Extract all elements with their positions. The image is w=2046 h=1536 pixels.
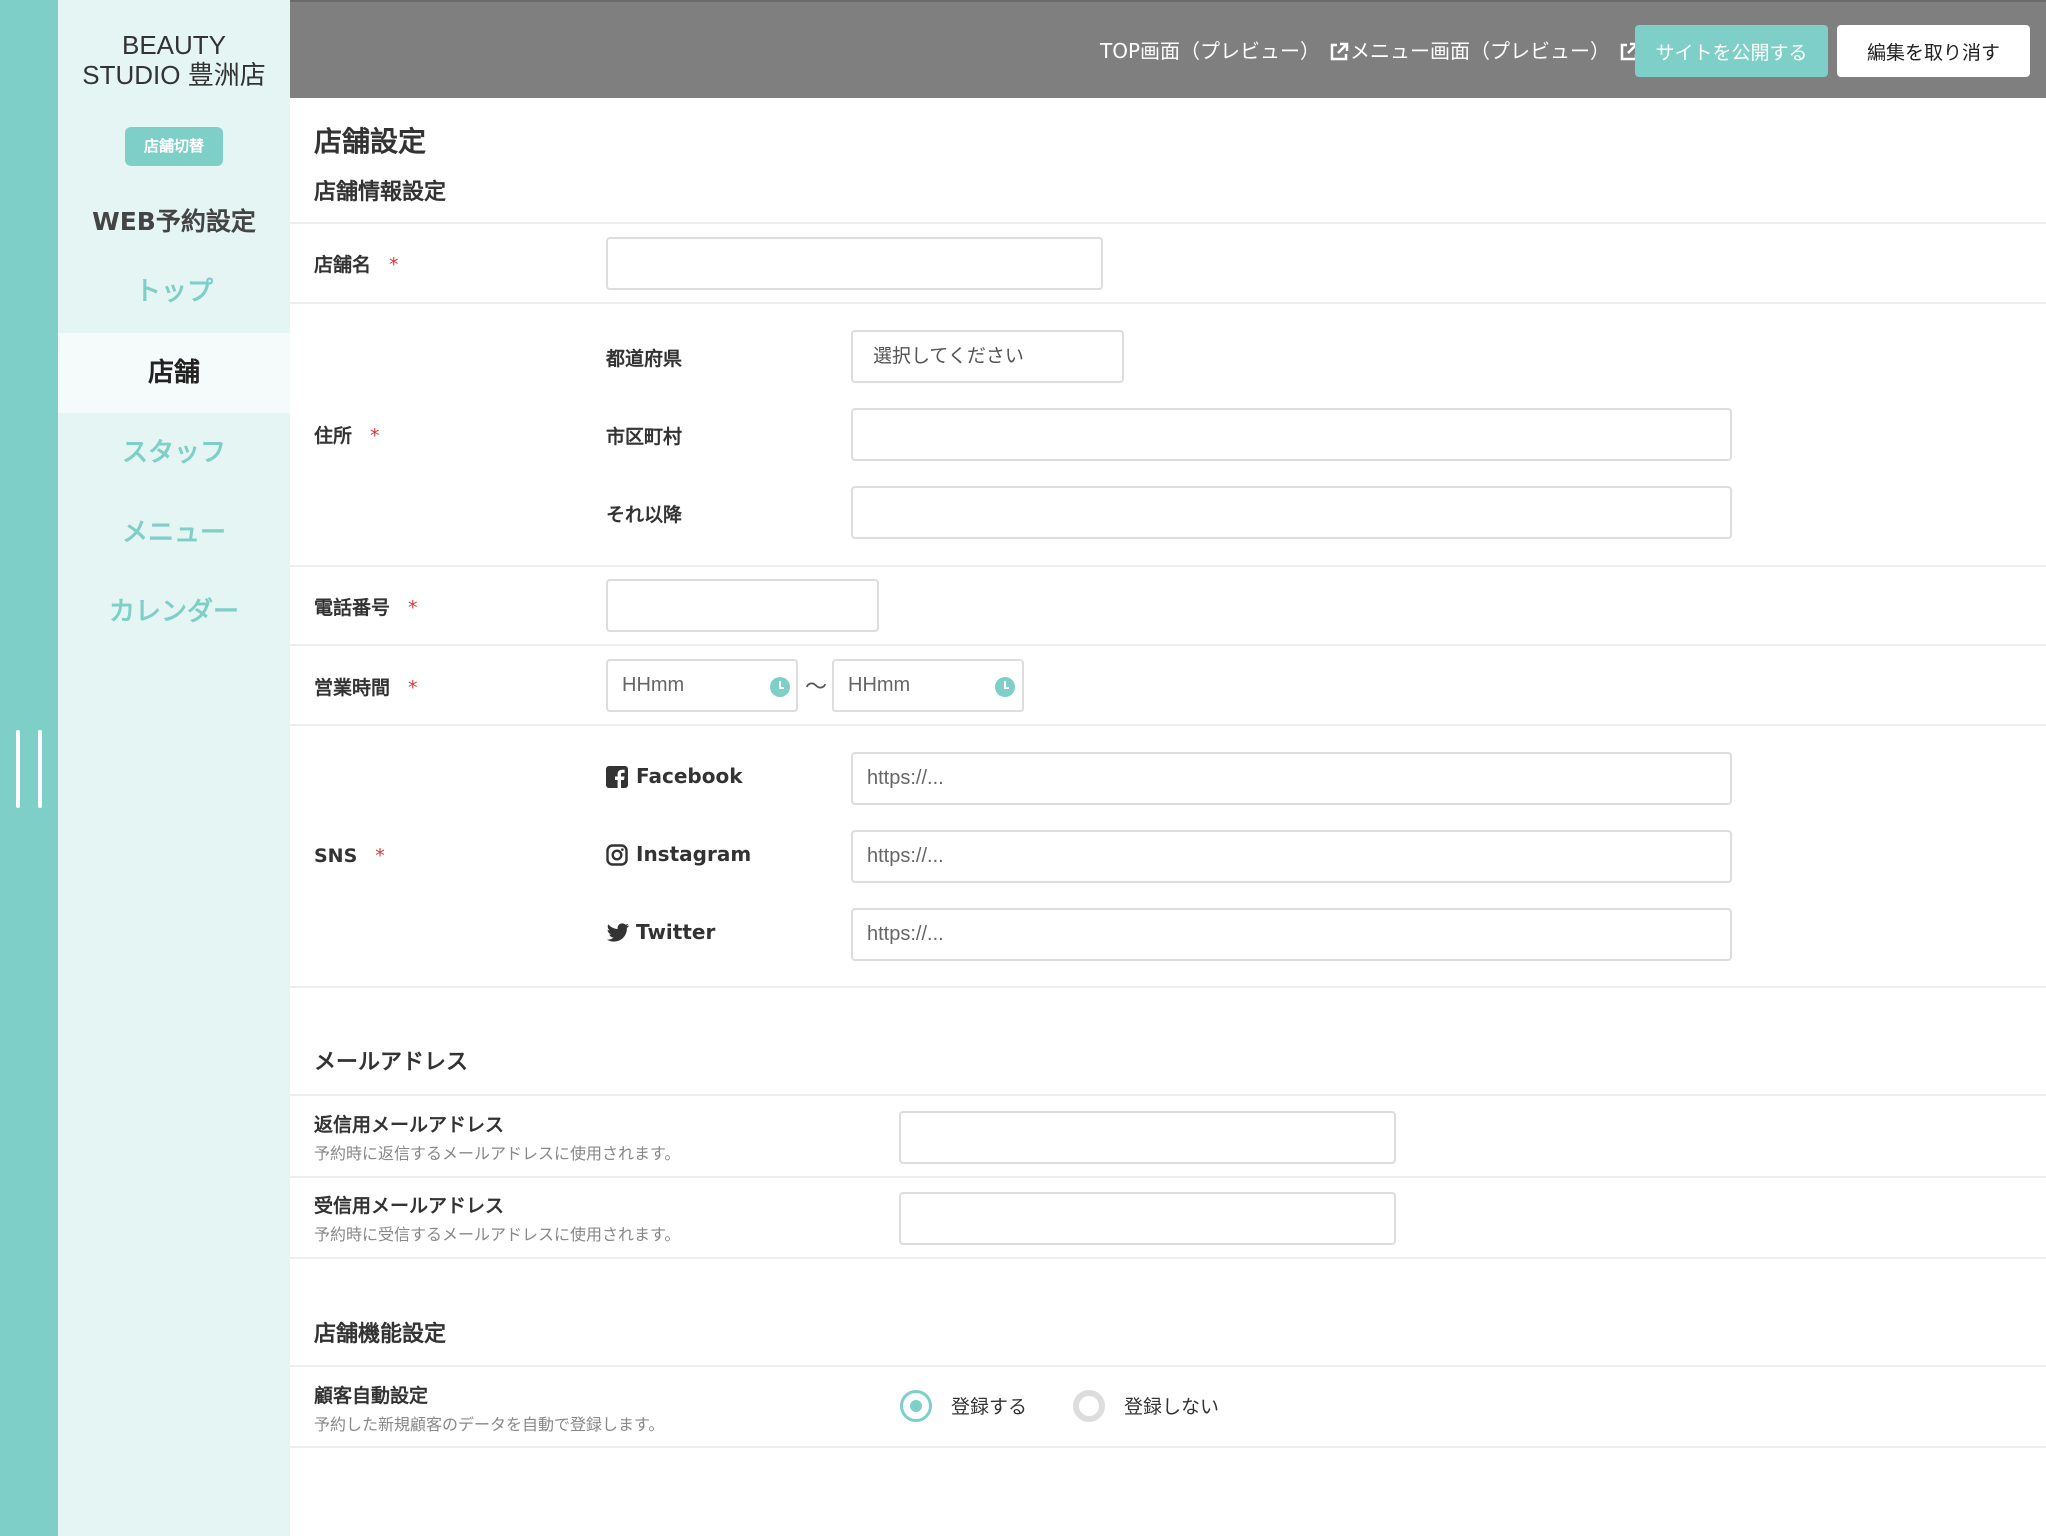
divider [290,1257,2046,1259]
divider [290,1446,2046,1448]
reply-email-input[interactable] [899,1111,1396,1164]
divider [290,644,2046,646]
sidebar-item-store[interactable]: 店舗 [58,333,290,413]
instagram-label: Instagram [606,842,751,866]
cancel-edit-button[interactable]: 編集を取り消す [1837,25,2030,77]
no-register-radio-label[interactable]: 登録しない [1124,1392,1219,1419]
twitter-label: Twitter [606,920,715,944]
store-info-heading: 店舗情報設定 [314,180,447,205]
top-preview-link[interactable]: TOP画面（プレビュー） [1100,36,1350,66]
sns-label: SNS * [314,845,385,867]
facebook-label: Facebook [606,764,743,788]
sidebar-section-title: WEB予約設定 [92,207,256,236]
main-content: 店舗設定 店舗情報設定 店舗名 * 住所 * 都道府県 選択してください 市区町村 … [290,98,2046,1536]
publish-site-button[interactable]: サイトを公開する [1635,25,1828,77]
prefecture-select[interactable]: 選択してください [851,330,1124,383]
receive-email-label: 受信用メールアドレス [314,1195,505,1217]
phone-input[interactable] [606,579,879,632]
sidebar-item-top[interactable]: トップ [58,252,290,332]
sidebar: BEAUTY STUDIO 豊洲店 店舗切替 WEB予約設定 トップ 店舗 スタ… [58,0,290,1536]
sidebar-toggle-handle[interactable] [14,730,44,808]
address-rest-input[interactable] [851,486,1732,539]
no-register-radio[interactable] [1073,1390,1105,1422]
reply-email-label: 返信用メールアドレス [314,1114,505,1136]
divider [290,724,2046,726]
facebook-url-input[interactable] [851,752,1732,805]
divider [290,222,2046,224]
left-rail [0,0,58,1536]
top-header: TOP画面（プレビュー） メニュー画面（プレビュー） サイトを公開する 編集を取… [290,0,2046,98]
sidebar-item-menu[interactable]: メニュー [58,493,290,573]
store-switch-button[interactable]: 店舗切替 [125,127,223,166]
store-function-heading: 店舗機能設定 [314,1322,447,1347]
divider [290,1365,2046,1367]
twitter-icon [606,923,630,942]
clock-icon [770,677,790,697]
register-radio-label[interactable]: 登録する [951,1392,1027,1419]
divider [290,565,2046,567]
auto-customer-description: 予約した新規顧客のデータを自動で登録します。 [314,1415,665,1434]
instagram-icon [606,844,628,866]
receive-email-description: 予約時に受信するメールアドレスに使用されます。 [314,1225,681,1244]
clock-icon [995,677,1015,697]
instagram-url-input[interactable] [851,830,1732,883]
phone-label: 電話番号 * [314,597,418,619]
sidebar-item-staff[interactable]: スタッフ [58,413,290,493]
register-radio[interactable] [900,1390,932,1422]
menu-preview-link[interactable]: メニュー画面（プレビュー） [1350,36,1640,66]
facebook-icon [606,766,628,788]
store-name-input[interactable] [606,237,1103,290]
page-title: 店舗設定 [314,125,427,158]
address-rest-label: それ以降 [606,504,683,526]
email-heading: メールアドレス [314,1050,469,1075]
twitter-url-input[interactable] [851,908,1732,961]
divider [290,1094,2046,1096]
divider [290,302,2046,304]
store-name-label: 店舗名 * [314,254,399,276]
sidebar-item-calendar[interactable]: カレンダー [58,572,290,652]
external-link-icon [1330,42,1349,61]
divider [290,1176,2046,1178]
divider [290,986,2046,988]
city-input[interactable] [851,408,1732,461]
prefecture-label: 都道府県 [606,348,683,370]
city-label: 市区町村 [606,426,683,448]
time-separator: 〜 [805,675,828,700]
auto-customer-label: 顧客自動設定 [314,1385,429,1407]
store-name: BEAUTY STUDIO 豊洲店 [82,30,266,90]
business-hours-label: 営業時間 * [314,677,418,699]
receive-email-input[interactable] [899,1192,1396,1245]
reply-email-description: 予約時に返信するメールアドレスに使用されます。 [314,1144,681,1163]
address-label: 住所 * [314,425,380,447]
